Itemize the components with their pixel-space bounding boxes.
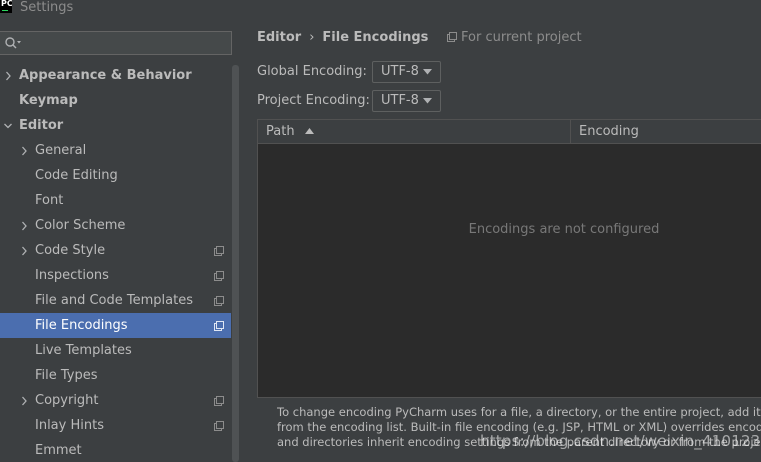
project-encoding-value: UTF-8 [381,93,419,108]
sidebar-item-label: General [35,143,87,158]
sidebar-item-label: Color Scheme [35,218,126,233]
chevron-down-icon[interactable] [4,121,12,131]
global-encoding-label: Global Encoding: [257,64,367,79]
sidebar-item-inlay-hints[interactable]: Inlay Hints [0,413,231,438]
chevron-down-icon [423,69,432,75]
scope-note-text: For current project [461,30,582,45]
logo-text: PC [1,0,12,8]
sidebar-item-general[interactable]: General [0,138,231,163]
project-scope-icon [214,396,224,406]
sidebar-item-label: Font [35,193,64,208]
help-line: To change encoding PyCharm uses for a fi… [277,405,761,419]
sidebar-item-code-editing[interactable]: Code Editing [0,163,231,188]
column-header-encoding-label: Encoding [579,124,639,139]
project-encoding-select[interactable]: UTF-8 [372,90,441,112]
sidebar-item-appearance-behavior[interactable]: Appearance & Behavior [0,63,231,88]
sidebar-item-label: Live Templates [35,343,132,358]
chevron-right-icon[interactable] [20,246,28,256]
chevron-right-icon[interactable] [4,71,12,81]
sidebar-item-code-style[interactable]: Code Style [0,238,231,263]
breadcrumb: Editor › File Encodings [257,29,428,47]
sidebar-item-font[interactable]: Font [0,188,231,213]
sidebar-item-keymap[interactable]: Keymap [0,88,231,113]
project-scope-icon [214,246,224,256]
sidebar-item-file-types[interactable]: File Types [0,363,231,388]
project-scope-icon [447,32,457,42]
chevron-right-icon[interactable] [20,146,28,156]
sidebar-item-label: Copyright [35,393,99,408]
sidebar-item-file-encodings[interactable]: File Encodings [0,313,240,338]
project-scope-icon [214,421,224,431]
project-scope-icon [214,271,224,281]
project-scope-icon [214,296,224,306]
settings-sidebar: Appearance & Behavior Keymap Editor General… [0,19,240,462]
sidebar-item-label: Code Editing [35,168,118,183]
global-encoding-value: UTF-8 [381,64,419,79]
chevron-down-icon [423,98,432,104]
sidebar-item-copyright[interactable]: Copyright [0,388,231,413]
column-header-encoding[interactable]: Encoding [571,120,761,143]
title-bar: PC Settings [0,0,761,19]
global-encoding-select[interactable]: UTF-8 [372,61,441,83]
sidebar-item-label: Inlay Hints [35,418,104,433]
sidebar-item-label: Editor [19,118,64,133]
sidebar-item-label: Appearance & Behavior [19,68,192,83]
sidebar-item-label: File Encodings [35,318,128,333]
settings-search-input[interactable] [0,31,232,55]
sidebar-item-label: Code Style [35,243,106,258]
search-icon [5,37,21,49]
sidebar-item-inspections[interactable]: Inspections [0,263,231,288]
sidebar-scrollbar-thumb[interactable] [232,65,239,462]
sidebar-item-emmet[interactable]: Emmet [0,438,231,462]
sidebar-item-label: Keymap [19,93,78,108]
settings-content: Editor › File Encodings For current projec… [240,19,761,462]
breadcrumb-separator: › [309,30,315,45]
sidebar-item-label: Emmet [35,443,82,458]
chevron-right-icon[interactable] [20,396,28,406]
sidebar-item-editor[interactable]: Editor [0,113,231,138]
sort-ascending-icon [304,128,314,134]
project-scope-icon [214,321,224,331]
sidebar-item-label: Inspections [35,268,109,283]
breadcrumb-current: File Encodings [322,30,429,45]
chevron-right-icon[interactable] [20,221,28,231]
column-header-path-label: Path [266,124,295,139]
table-header: Path Encoding [258,120,761,144]
watermark: https://blog.csdn.net/weixin_41012399 [480,432,761,450]
sidebar-item-label: File and Code Templates [35,293,193,308]
scope-note: For current project [447,29,582,47]
column-header-path[interactable]: Path [258,120,571,143]
project-encoding-label: Project Encoding: [257,93,370,108]
encodings-table[interactable]: Path Encoding Encodings are not configur… [257,119,761,398]
sidebar-item-live-templates[interactable]: Live Templates [0,338,231,363]
sidebar-item-color-scheme[interactable]: Color Scheme [0,213,231,238]
sidebar-item-label: File Types [35,368,98,383]
sidebar-item-file-and-code-templates[interactable]: File and Code Templates [0,288,231,313]
breadcrumb-parent[interactable]: Editor [257,30,301,45]
table-empty-text: Encodings are not configured [468,222,660,237]
pycharm-logo-icon: PC [0,0,12,13]
window-title: Settings [20,0,74,15]
